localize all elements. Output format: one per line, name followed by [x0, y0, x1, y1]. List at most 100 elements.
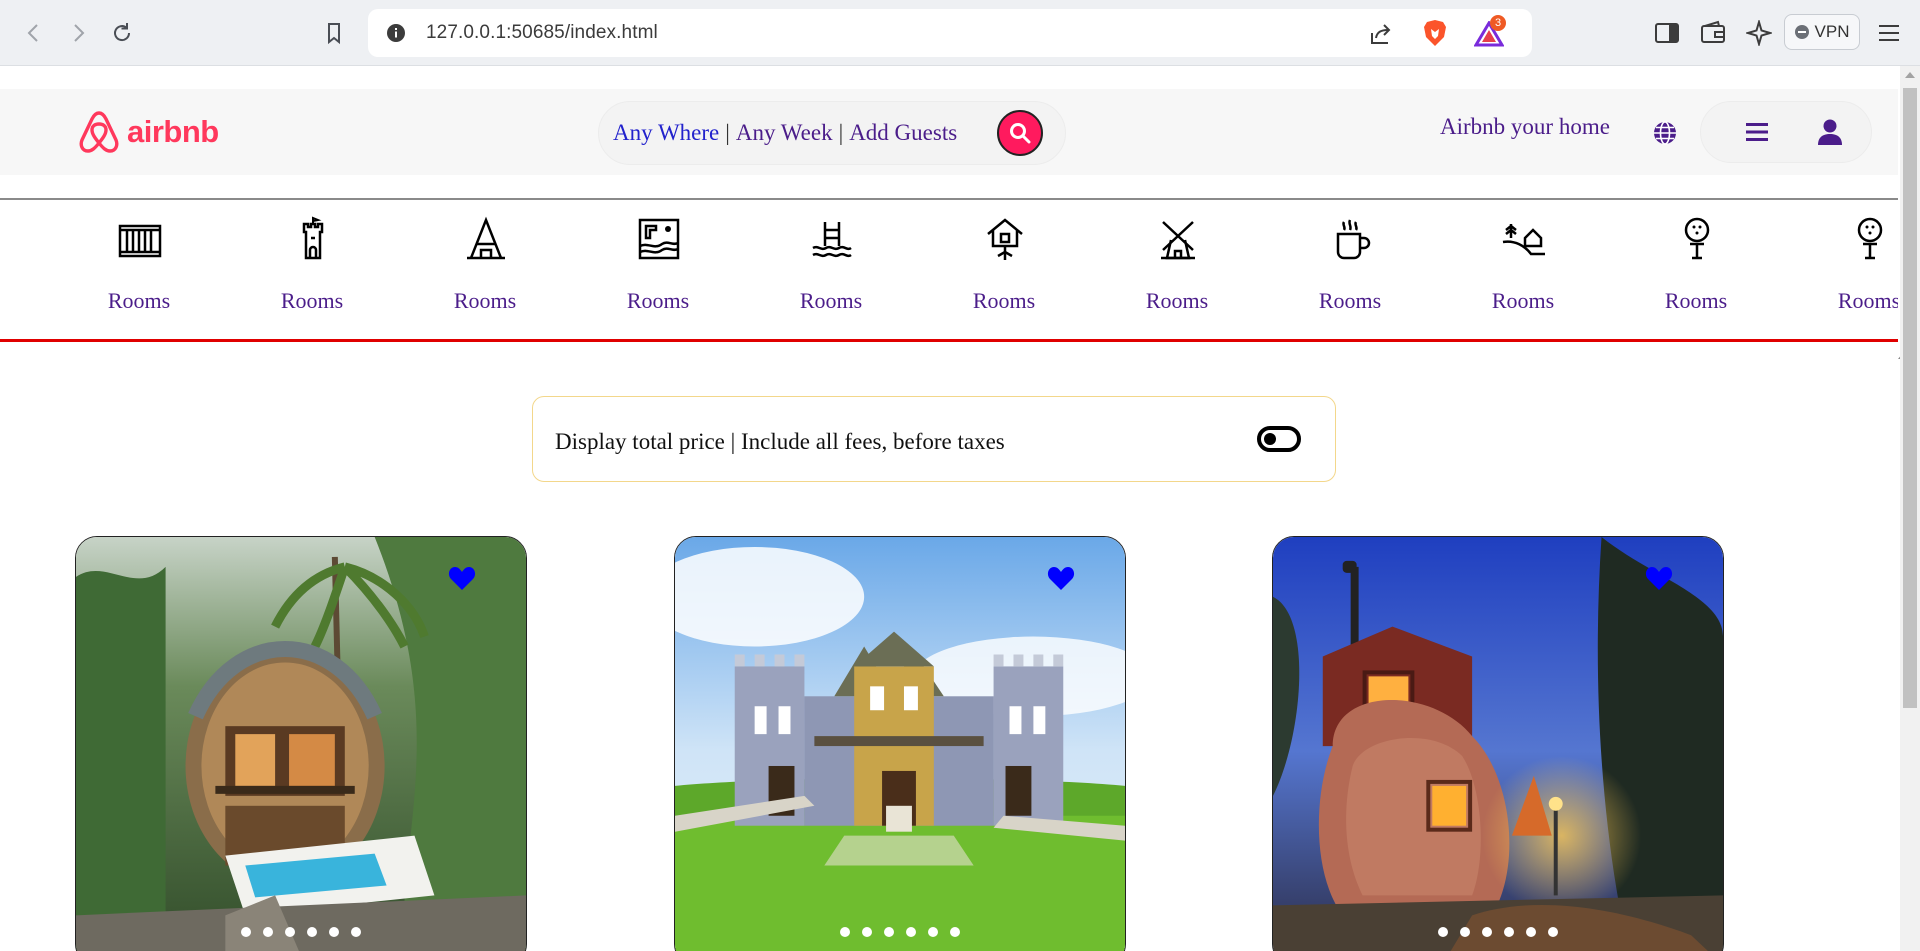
category-item[interactable]: Rooms: [1463, 200, 1583, 339]
treehouse-icon: [987, 218, 1023, 260]
scrollbar-thumb[interactable]: [1903, 88, 1917, 708]
carousel-dot[interactable]: [1438, 927, 1448, 937]
listing-card[interactable]: [1272, 536, 1724, 951]
category-label: Rooms: [1318, 288, 1382, 313]
rooms-icon: [118, 224, 162, 258]
carousel-dot[interactable]: [1526, 927, 1536, 937]
coffee-icon: [1336, 219, 1371, 260]
page-viewport: airbnb Any Where | Any Week | Add Guests…: [0, 66, 1920, 951]
category-item[interactable]: Rooms: [598, 200, 718, 339]
carousel-dot[interactable]: [1548, 927, 1558, 937]
share-icon[interactable]: [1368, 21, 1394, 47]
sidebar-toggle-icon[interactable]: [1654, 20, 1680, 46]
category-item[interactable]: Rooms: [79, 200, 199, 339]
category-label: Rooms: [1491, 288, 1555, 313]
category-item[interactable]: Rooms: [252, 200, 372, 339]
total-price-text: Display total price | Include all fees, …: [555, 429, 1005, 454]
carousel-dot[interactable]: [329, 927, 339, 937]
beach-map-icon: [638, 218, 680, 260]
forward-button[interactable]: [62, 17, 94, 49]
category-label: Rooms: [280, 288, 344, 313]
search-icon: [1010, 123, 1031, 144]
category-label: Rooms: [453, 288, 517, 313]
golf-icon: [1857, 217, 1883, 260]
carousel-dot[interactable]: [950, 927, 960, 937]
carousel-dot[interactable]: [307, 927, 317, 937]
golf-icon: [1684, 217, 1710, 260]
search-anywhere[interactable]: Any Where: [613, 120, 719, 146]
bookmark-icon: [328, 23, 340, 45]
carousel-dot[interactable]: [1504, 927, 1514, 937]
category-item[interactable]: Rooms: [1809, 200, 1898, 339]
vpn-label: VPN: [1814, 22, 1850, 41]
scroll-up-arrow[interactable]: [1905, 72, 1915, 78]
category-item[interactable]: Rooms: [771, 200, 891, 339]
category-item[interactable]: Rooms: [944, 200, 1064, 339]
search-button[interactable]: [997, 110, 1043, 156]
shoe-house-night-photo: [1273, 537, 1723, 951]
category-label: Rooms: [1837, 288, 1898, 313]
carousel-dot[interactable]: [263, 927, 273, 937]
brave-shields-icon[interactable]: [1422, 19, 1448, 47]
category-item[interactable]: Rooms: [425, 200, 545, 339]
carousel-dot[interactable]: [1460, 927, 1470, 937]
listing-card[interactable]: [674, 536, 1126, 951]
pool-icon: [812, 222, 852, 258]
search-add-guests[interactable]: Add Guests: [849, 120, 957, 146]
total-price-toggle[interactable]: [1257, 426, 1301, 452]
back-arrow-icon: [27, 24, 38, 42]
airbnb-logo-icon: [79, 111, 119, 153]
back-button[interactable]: [18, 17, 50, 49]
search-separator: |: [725, 120, 730, 145]
listing-card[interactable]: [75, 536, 527, 951]
logo-wordmark: airbnb: [127, 114, 219, 149]
site-header: airbnb Any Where | Any Week | Add Guests…: [0, 89, 1898, 175]
category-label: Rooms: [972, 288, 1036, 313]
category-label: Rooms: [1145, 288, 1209, 313]
favorite-heart-icon[interactable]: [448, 565, 476, 591]
reload-button[interactable]: [106, 17, 138, 49]
category-item[interactable]: Rooms: [1117, 200, 1237, 339]
search-bar[interactable]: Any Where | Any Week | Add Guests: [598, 101, 1066, 165]
site-info-icon[interactable]: [386, 23, 406, 43]
forward-arrow-icon: [74, 24, 85, 42]
castle-mansion-photo: [675, 537, 1125, 951]
url-text[interactable]: 127.0.0.1:50685/index.html: [426, 22, 658, 44]
category-item[interactable]: Rooms: [1290, 200, 1410, 339]
favorite-heart-icon[interactable]: [1645, 565, 1673, 591]
page-scrollbar[interactable]: [1900, 66, 1920, 951]
reload-icon: [114, 23, 131, 42]
wallet-icon[interactable]: [1700, 20, 1726, 46]
carousel-dot[interactable]: [351, 927, 361, 937]
hamburger-menu-icon: [1746, 123, 1768, 141]
carousel-dots[interactable]: [76, 927, 526, 937]
carousel-dot[interactable]: [285, 927, 295, 937]
vpn-button[interactable]: VPN: [1784, 14, 1860, 50]
category-label: Rooms: [626, 288, 690, 313]
carousel-dot[interactable]: [241, 927, 251, 937]
carousel-dots[interactable]: [675, 927, 1125, 937]
search-anyweek[interactable]: Any Week: [736, 120, 833, 146]
carousel-dot[interactable]: [840, 927, 850, 937]
carousel-dot[interactable]: [884, 927, 894, 937]
globe-icon[interactable]: [1652, 120, 1678, 146]
favorite-heart-icon[interactable]: [1047, 565, 1075, 591]
browser-menu-icon[interactable]: [1876, 20, 1902, 46]
carousel-dot[interactable]: [906, 927, 916, 937]
airbnb-logo[interactable]: airbnb: [77, 109, 219, 155]
user-menu-button[interactable]: [1700, 101, 1872, 163]
user-avatar-icon: [1818, 119, 1842, 145]
a-frame-icon: [467, 216, 505, 260]
host-link[interactable]: Airbnb your home: [1440, 114, 1610, 140]
carousel-dot[interactable]: [862, 927, 872, 937]
leo-ai-icon[interactable]: [1746, 20, 1772, 46]
category-bar: Rooms Rooms Rooms Rooms Rooms Rooms Room…: [0, 198, 1898, 342]
castle-icon: [302, 216, 324, 260]
carousel-dot[interactable]: [928, 927, 938, 937]
address-bar[interactable]: 127.0.0.1:50685/index.html 3: [368, 9, 1532, 57]
carousel-dots[interactable]: [1273, 927, 1723, 937]
carousel-dot[interactable]: [1482, 927, 1492, 937]
bookmark-button[interactable]: [318, 17, 350, 49]
category-item[interactable]: Rooms: [1636, 200, 1756, 339]
vpn-status-icon: [1794, 25, 1809, 39]
